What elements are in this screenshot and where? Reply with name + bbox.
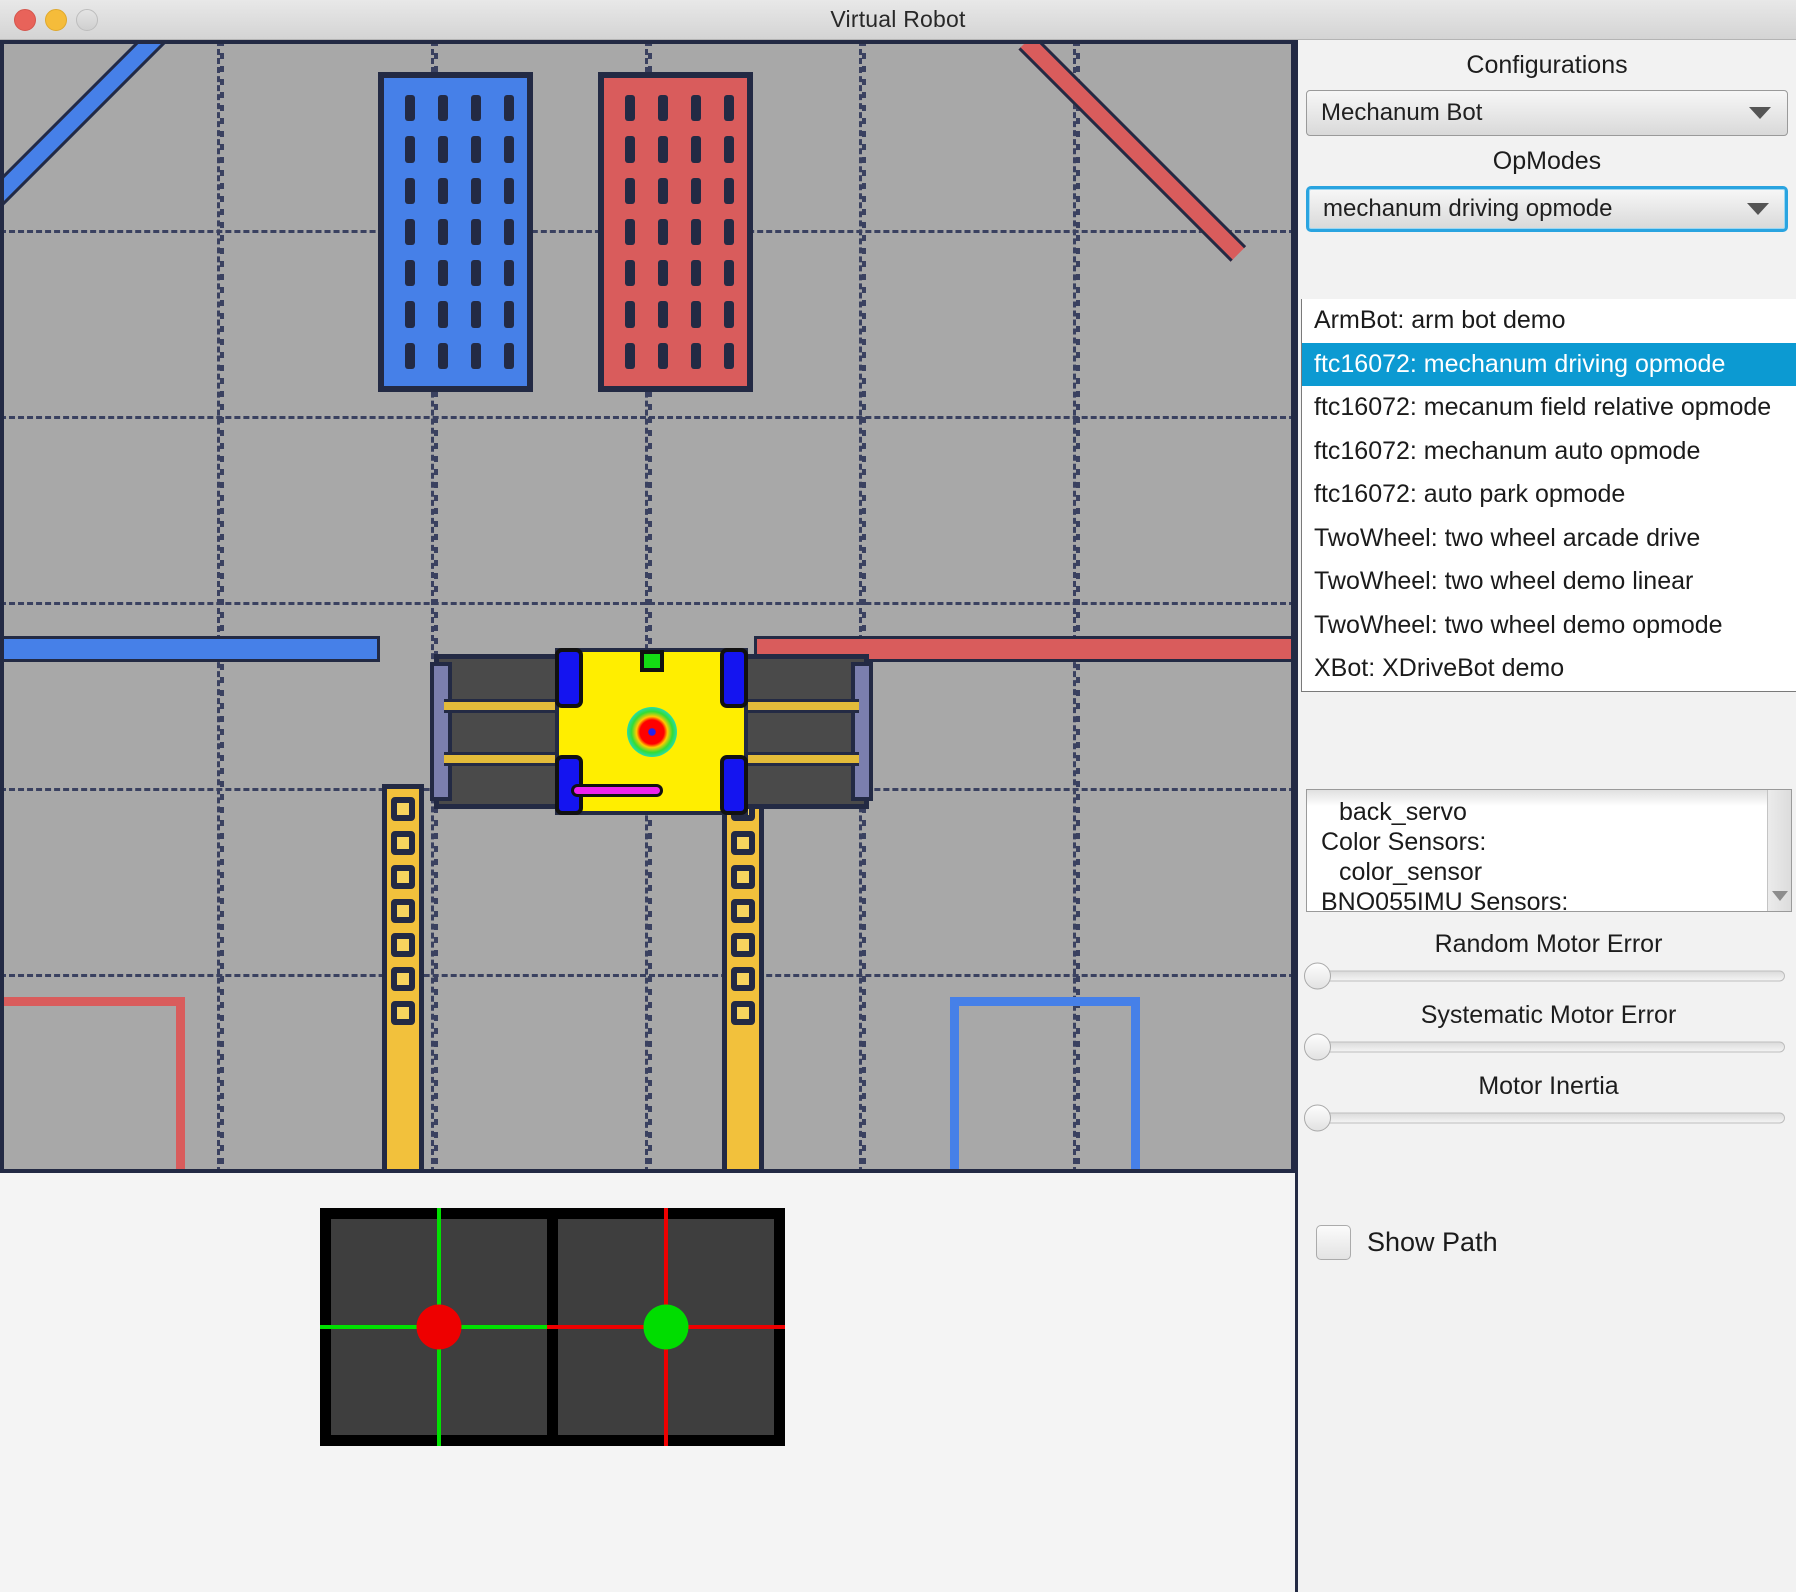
slider-label: Random Motor Error — [1434, 930, 1663, 958]
yellow-ramp-right — [722, 784, 764, 1169]
opmode-option[interactable]: TwoWheel: two wheel demo opmode — [1302, 604, 1796, 648]
configuration-select[interactable]: Mechanum Bot — [1306, 90, 1788, 136]
slider-knob[interactable] — [1304, 962, 1331, 990]
sensor-list-item: Color Sensors: — [1321, 828, 1487, 856]
tile-seam-h — [4, 416, 1291, 424]
slider-track[interactable] — [1324, 1041, 1785, 1053]
blue-parking-zone — [950, 997, 1140, 1169]
red-parking-zone — [4, 997, 185, 1169]
slider-group: Motor Inertia — [1298, 1066, 1796, 1133]
show-path-checkbox[interactable]: Show Path — [1316, 1225, 1498, 1260]
gamepad-panel: Y X B A — [0, 1173, 1295, 1592]
opmode-dropdown-list[interactable]: ArmBot: arm bot demo ftc16072: mechanum d… — [1301, 299, 1796, 692]
red-diagonal-tape — [1018, 44, 1247, 262]
blue-block-stack — [378, 72, 533, 392]
slider-knob[interactable] — [1304, 1104, 1331, 1132]
slider-label: Systematic Motor Error — [1420, 1001, 1677, 1029]
robot-right-wheel-rail — [851, 662, 873, 801]
control-panel: Configurations Mechanum Bot OpModes mech… — [1295, 40, 1796, 1592]
opmode-option[interactable]: ArmBot: arm bot demo — [1302, 299, 1796, 343]
tile-seam-h — [4, 974, 1291, 982]
slider-control[interactable] — [1302, 1032, 1789, 1062]
opmode-select[interactable]: mechanum driving opmode — [1306, 186, 1788, 232]
opmodes-label: OpModes — [1492, 147, 1602, 175]
motor-error-sliders: Random Motor Error Systematic Motor Error… — [1298, 920, 1796, 1133]
opmode-option[interactable]: ftc16072: auto park opmode — [1302, 473, 1796, 517]
robot-wheel-front-right — [720, 648, 748, 708]
left-joystick[interactable] — [320, 1208, 558, 1446]
sensors-scrollbar[interactable] — [1767, 790, 1791, 911]
right-joystick-thumb[interactable] — [643, 1304, 689, 1350]
robot-field[interactable] — [0, 40, 1295, 1173]
opmode-option[interactable]: ftc16072: mechanum driving opmode — [1302, 342, 1796, 386]
sensor-list-item: back_servo — [1339, 798, 1467, 826]
window-title: Virtual Robot — [830, 6, 966, 32]
show-path-label: Show Path — [1367, 1227, 1498, 1257]
opmode-select-value: mechanum driving opmode — [1323, 195, 1613, 222]
robot-sprite[interactable] — [430, 648, 873, 815]
chevron-down-icon[interactable] — [1771, 891, 1788, 901]
robot-body — [555, 648, 748, 815]
red-block-stack — [598, 72, 753, 392]
slider-track[interactable] — [1324, 970, 1785, 982]
sensor-list-item: BNO055IMU Sensors: — [1321, 888, 1569, 912]
telemetry-sensors-list[interactable]: back_servo Color Sensors: color_sensor BNO0… — [1306, 789, 1792, 912]
zoom-window-button[interactable] — [76, 9, 98, 31]
field-canvas-area — [0, 40, 1295, 1173]
robot-arm-indicator — [571, 784, 663, 797]
slider-control[interactable] — [1302, 1103, 1789, 1133]
robot-front-indicator — [639, 650, 664, 672]
yellow-ramp-left — [382, 784, 424, 1169]
tile-seam-h — [4, 602, 1291, 610]
window-controls — [14, 9, 98, 31]
robot-wheel-front-left — [555, 648, 583, 708]
chevron-down-icon — [1749, 107, 1771, 119]
opmode-option[interactable]: ftc16072: mechanum auto opmode — [1302, 430, 1796, 474]
virtual-robot-window: Virtual Robot Configurations Mechanum Bo… — [0, 0, 1796, 1592]
opmode-option[interactable]: XBot: XDriveBot demo — [1302, 647, 1796, 691]
slider-track[interactable] — [1324, 1112, 1785, 1124]
show-path-checkbox-box[interactable] — [1316, 1225, 1351, 1260]
opmode-option[interactable]: TwoWheel: two wheel demo linear — [1302, 560, 1796, 604]
opmode-option[interactable]: TwoWheel: two wheel arcade drive — [1302, 517, 1796, 561]
window-title-bar: Virtual Robot — [0, 0, 1796, 40]
left-joystick-thumb[interactable] — [416, 1304, 462, 1350]
robot-imu-indicator — [626, 706, 677, 757]
slider-knob[interactable] — [1304, 1033, 1331, 1061]
slider-group: Random Motor Error — [1298, 924, 1796, 991]
sensors-rows: back_servo Color Sensors: color_sensor BNO0… — [1307, 797, 1791, 912]
minimize-window-button[interactable] — [45, 9, 67, 31]
slider-label: Motor Inertia — [1478, 1072, 1619, 1100]
sensor-list-item: color_sensor — [1339, 858, 1483, 886]
chevron-down-icon — [1747, 203, 1769, 215]
robot-wheel-rear-right — [720, 755, 748, 815]
close-window-button[interactable] — [14, 9, 36, 31]
opmode-option[interactable]: ftc16072: mecanum field relative opmode — [1302, 386, 1796, 430]
configuration-select-value: Mechanum Bot — [1321, 99, 1483, 126]
slider-control[interactable] — [1302, 961, 1789, 991]
configurations-label: Configurations — [1466, 51, 1628, 79]
right-joystick[interactable] — [547, 1208, 785, 1446]
blue-center-tape — [4, 636, 380, 662]
robot-left-wheel-rail — [430, 662, 452, 801]
blue-diagonal-tape — [4, 44, 202, 220]
slider-group: Systematic Motor Error — [1298, 995, 1796, 1062]
